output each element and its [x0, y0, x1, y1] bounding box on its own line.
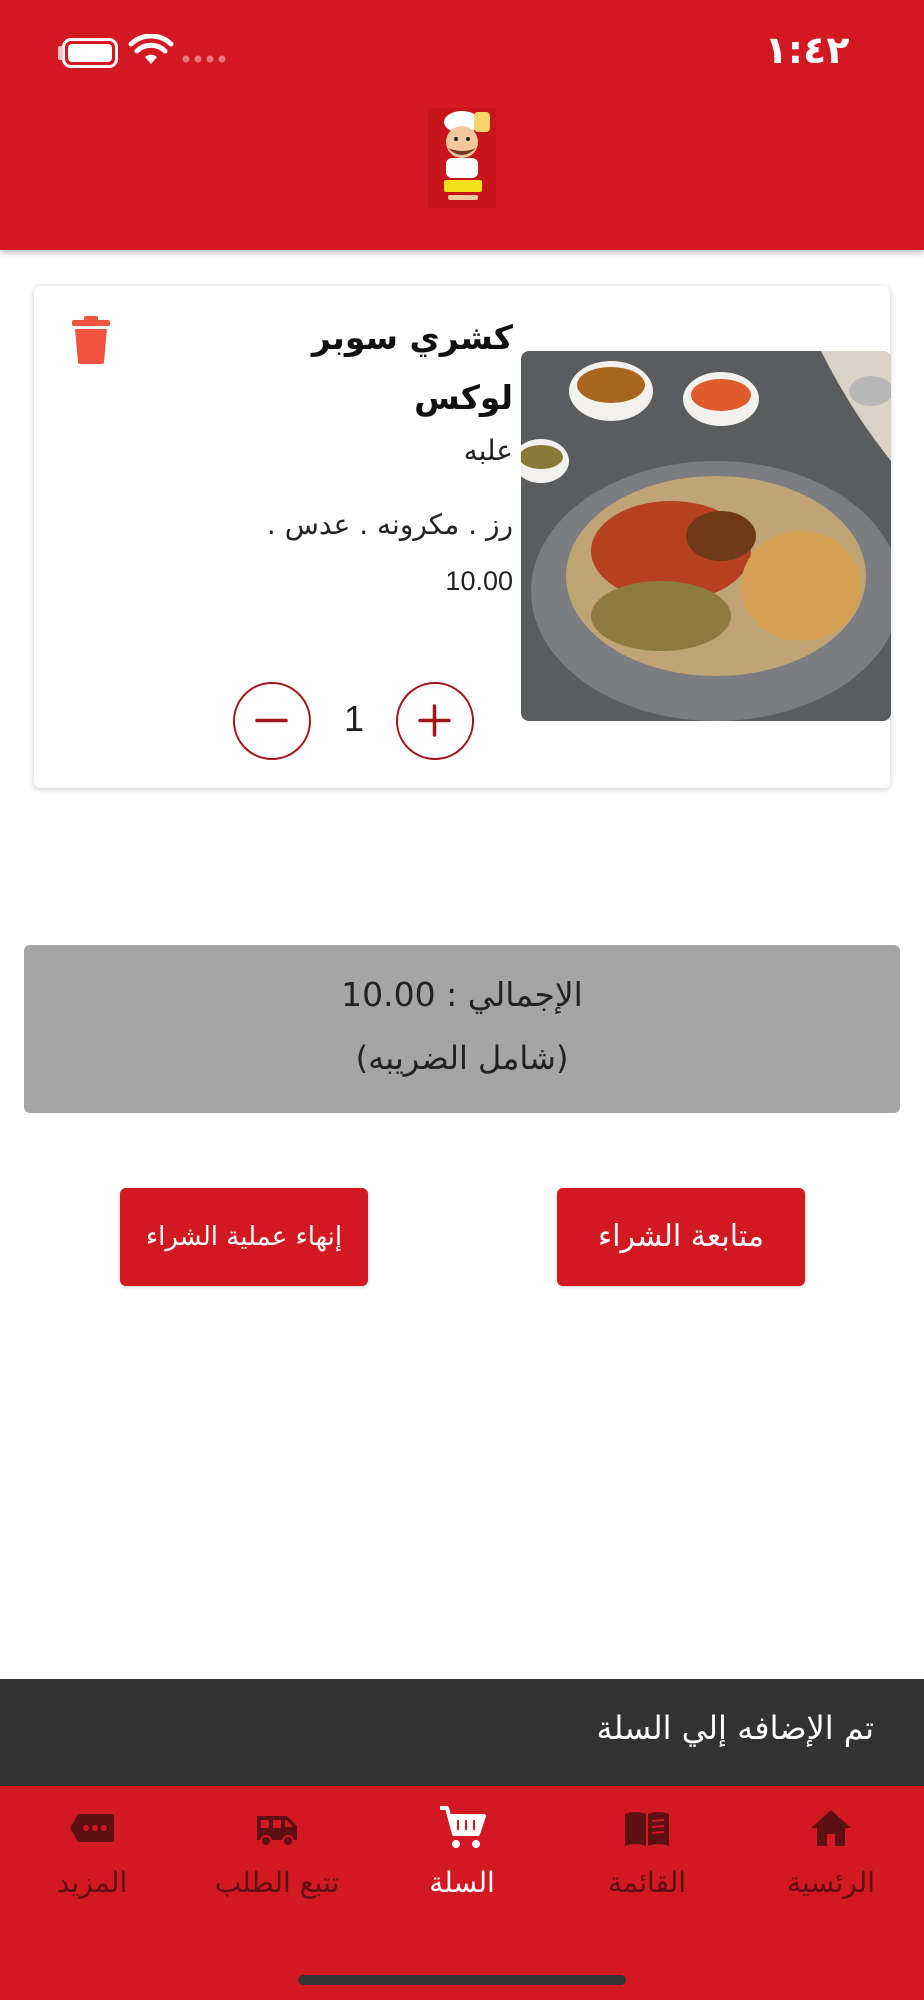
continue-shopping-button[interactable]: متابعة الشراء — [557, 1188, 805, 1286]
dish-image — [521, 351, 891, 721]
nav-label-more: المزيد — [56, 1866, 128, 1899]
cart-screen: ١:٤٢ كشري سوبر لوكس علبه رز . مكرونه . ع… — [0, 0, 924, 2000]
menu-book-icon — [625, 1812, 669, 1846]
nav-item-more[interactable]: المزيد — [0, 1804, 184, 1924]
status-time: ١:٤٢ — [764, 28, 850, 72]
trash-icon[interactable] — [70, 316, 112, 364]
nav-item-home[interactable]: الرئسية — [739, 1804, 923, 1924]
dish-description: رز . مكرونه . عدس . — [266, 508, 513, 541]
tax-note: (شامل الضريبه) — [355, 1039, 569, 1077]
nav-label-cart: السلة — [429, 1866, 495, 1899]
delivery-van-icon — [257, 1816, 297, 1847]
order-total-box: الإجمالي : 10.00 (شامل الضريبه) — [24, 945, 900, 1113]
dish-price: 10.00 — [445, 566, 513, 596]
nav-label-home: الرئسية — [787, 1866, 875, 1899]
cart-icon — [440, 1806, 486, 1848]
home-indicator — [298, 1975, 626, 1985]
battery-cap — [58, 46, 63, 60]
finish-purchase-button[interactable]: إنهاء عملية الشراء — [120, 1188, 368, 1286]
more-icon — [70, 1814, 114, 1842]
snackbar: تم الإضافه إلي السلة — [0, 1679, 924, 1786]
dish-variant: علبه — [463, 434, 513, 467]
nav-label-track-order: تتبع الطلب — [214, 1866, 340, 1899]
app-header: ١:٤٢ — [0, 0, 924, 250]
increase-quantity-button[interactable] — [396, 682, 474, 760]
bottom-navigation: الرئسية القائمة السلة تتبع الطلب المزيد — [0, 1786, 924, 2000]
battery-icon — [62, 38, 118, 68]
nav-item-cart[interactable]: السلة — [370, 1804, 554, 1924]
nav-item-track-order[interactable]: تتبع الطلب — [185, 1804, 369, 1924]
wifi-icon — [128, 34, 174, 64]
koshary-el-zaeem-logo — [428, 108, 496, 208]
total-amount: الإجمالي : 10.00 — [341, 975, 583, 1014]
plus-icon — [418, 704, 451, 737]
signal-dots-icon — [182, 55, 226, 63]
nav-item-menu[interactable]: القائمة — [555, 1804, 739, 1924]
cart-item-card: كشري سوبر لوكس علبه رز . مكرونه . عدس . … — [34, 286, 891, 788]
snackbar-message: تم الإضافه إلي السلة — [596, 1709, 874, 1747]
dish-name: كشري سوبر لوكس — [311, 318, 513, 417]
decrease-quantity-button[interactable] — [233, 682, 311, 760]
nav-label-menu: القائمة — [608, 1866, 686, 1899]
minus-icon — [255, 718, 288, 723]
quantity-value: 1 — [343, 698, 365, 739]
home-icon — [811, 1810, 851, 1846]
